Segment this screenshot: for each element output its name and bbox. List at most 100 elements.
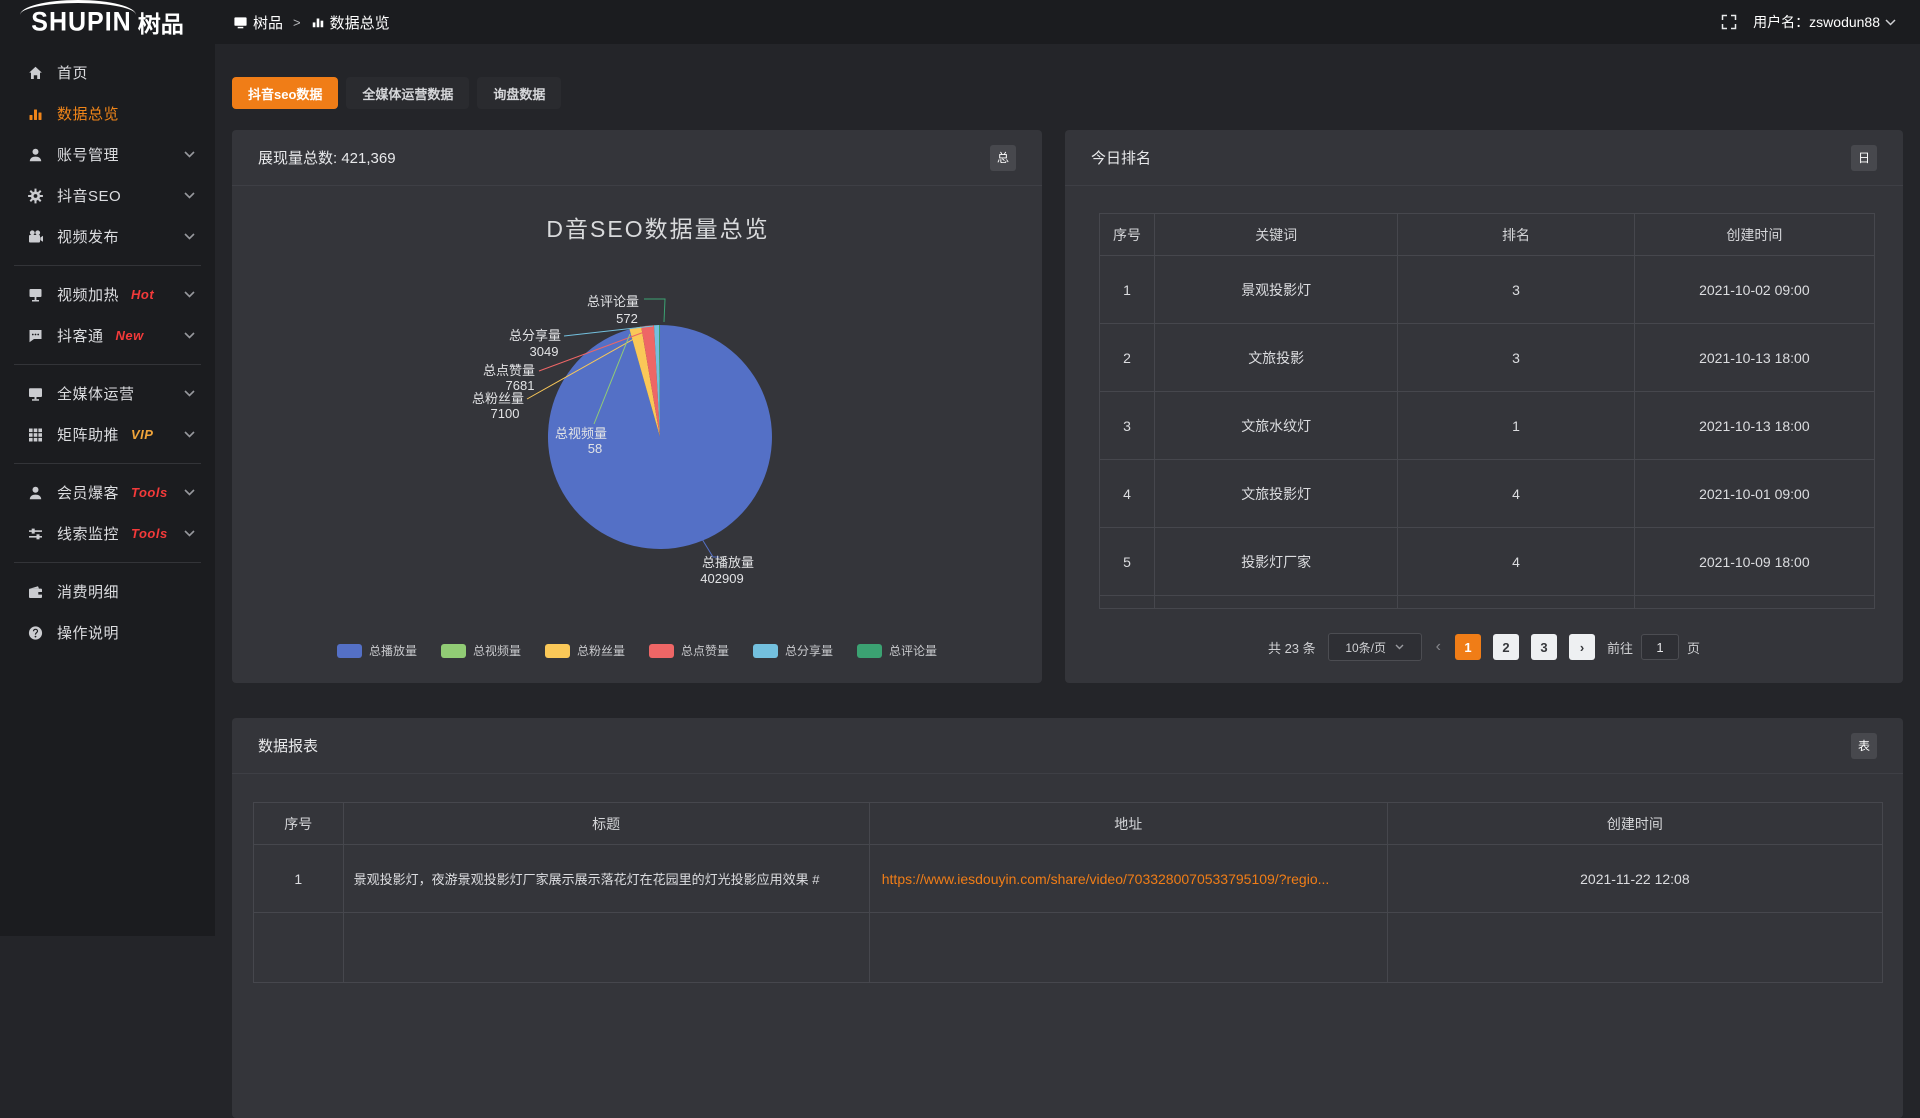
rank-table: 序号 关键词 排名 创建时间 1 景观投影灯 3 2021-10-02 09:0… [1099, 213, 1875, 609]
next-page-button[interactable]: › [1569, 634, 1595, 660]
home-icon [27, 65, 44, 81]
page-button-3[interactable]: 3 [1531, 634, 1557, 660]
prev-page-button[interactable]: ‹ [1434, 638, 1443, 656]
svg-text:3049: 3049 [530, 344, 559, 359]
user-menu[interactable]: 用户名：zswodun88 [1753, 12, 1896, 32]
column-header: 标题 [343, 803, 869, 845]
chevron-down-icon [184, 192, 195, 199]
video-url-link[interactable]: https://www.iesdouyin.com/share/video/70… [882, 871, 1330, 887]
gear-icon [27, 188, 44, 204]
sidebar-item-label: 账号管理 [57, 144, 119, 165]
logo-text-en: SHUPIN [31, 6, 131, 37]
legend-item-comments[interactable]: 总评论量 [857, 642, 937, 659]
sidebar-item-label: 抖音SEO [57, 185, 121, 206]
day-toggle-button[interactable]: 日 [1851, 145, 1877, 171]
hot-badge: Hot [131, 287, 154, 302]
breadcrumb-item-home[interactable]: 树品 [233, 12, 283, 33]
page-size-select[interactable]: 10条/页 [1328, 633, 1422, 661]
report-panel-header: 数据报表 表 [232, 718, 1903, 774]
wallet-icon [27, 584, 44, 600]
svg-text:总分享量: 总分享量 [509, 328, 561, 343]
sidebar-item-matrix-boost[interactable]: 矩阵助推 VIP [0, 414, 215, 455]
tab-inquiry-data[interactable]: 询盘数据 [477, 77, 561, 109]
legend-item-fans[interactable]: 总粉丝量 [545, 642, 625, 659]
user-icon [27, 147, 44, 163]
legend-item-likes[interactable]: 总点赞量 [649, 642, 729, 659]
sidebar-item-label: 会员爆客 [57, 482, 119, 503]
sidebar-item-consumption-detail[interactable]: 消费明细 [0, 571, 215, 612]
page-button-2[interactable]: 2 [1493, 634, 1519, 660]
sidebar-item-lead-monitor[interactable]: 线索监控 Tools [0, 513, 215, 554]
bar-chart-icon [311, 15, 325, 29]
chevron-down-icon [184, 489, 195, 496]
column-header: 序号 [254, 803, 344, 845]
table-row-clipped [254, 913, 1883, 983]
table-row-clipped [1100, 596, 1875, 609]
column-header: 创建时间 [1387, 803, 1882, 845]
pagination: 共 23 条 10条/页 ‹ 1 2 3 › 前往 页 [1065, 633, 1903, 661]
chevron-down-icon [184, 530, 195, 537]
tab-media-operation-data[interactable]: 全媒体运营数据 [346, 77, 469, 109]
goto-page-input[interactable] [1641, 634, 1679, 660]
sidebar-divider [14, 463, 201, 464]
breadcrumb-separator: > [293, 15, 301, 30]
svg-text:402909: 402909 [700, 571, 743, 586]
svg-text:总粉丝量: 总粉丝量 [472, 391, 524, 406]
sidebar-item-account[interactable]: 账号管理 [0, 134, 215, 175]
caret-down-icon [1885, 19, 1896, 26]
chevron-down-icon [184, 151, 195, 158]
sidebar-item-video-heat[interactable]: 视频加热 Hot [0, 274, 215, 315]
sidebar-item-label: 视频加热 [57, 284, 119, 305]
sidebar-divider [14, 265, 201, 266]
row-index: 1 [254, 845, 344, 913]
caret-down-icon [1395, 644, 1404, 650]
sidebar-item-home[interactable]: 首页 [0, 52, 215, 93]
breadcrumb-label: 数据总览 [330, 12, 390, 33]
tools-badge: Tools [131, 485, 168, 500]
legend-item-videocount[interactable]: 总视频量 [441, 642, 521, 659]
seo-chart-panel: 展现量总数: 421,369 总 D音SEO数据量总览 总评论量 572 总分享… [232, 130, 1042, 683]
grid-icon [27, 427, 44, 443]
column-header: 关键词 [1155, 214, 1398, 256]
report-panel-title: 数据报表 [258, 735, 318, 756]
column-header: 地址 [869, 803, 1387, 845]
sidebar-item-instructions[interactable]: 操作说明 [0, 612, 215, 653]
column-header: 序号 [1100, 214, 1155, 256]
legend-item-shares[interactable]: 总分享量 [753, 642, 833, 659]
sidebar-item-video-publish[interactable]: 视频发布 [0, 216, 215, 257]
top-header: SHUPIN 树品 树品 > 数据总览 用户名：zswodun88 [0, 0, 1920, 44]
page-button-1[interactable]: 1 [1455, 634, 1481, 660]
sidebar-item-media-operation[interactable]: 全媒体运营 [0, 373, 215, 414]
fullscreen-button[interactable] [1721, 14, 1737, 30]
logo-text-cn: 树品 [138, 5, 184, 39]
chevron-down-icon [184, 291, 195, 298]
chart-title: D音SEO数据量总览 [546, 216, 769, 242]
total-toggle-button[interactable]: 总 [990, 145, 1016, 171]
goto-label: 前往 [1607, 638, 1633, 657]
sidebar-item-data-overview[interactable]: 数据总览 [0, 93, 215, 134]
svg-text:7100: 7100 [491, 406, 520, 421]
chevron-down-icon [184, 332, 195, 339]
sidebar-item-label: 数据总览 [57, 103, 119, 124]
sidebar-item-member-baoke[interactable]: 会员爆客 Tools [0, 472, 215, 513]
sidebar-item-label: 全媒体运营 [57, 383, 135, 404]
table-row: 5 投影灯厂家 4 2021-10-09 18:00 [1100, 528, 1875, 596]
legend-item-playcount[interactable]: 总播放量 [337, 642, 417, 659]
breadcrumb-label: 树品 [253, 12, 283, 33]
breadcrumb-item-current[interactable]: 数据总览 [311, 12, 390, 33]
report-table-header-row: 序号 标题 地址 创建时间 [254, 803, 1883, 845]
today-rank-panel: 今日排名 日 序号 关键词 排名 创建时间 1 景观投影灯 3 2021-10-… [1065, 130, 1903, 683]
table-toggle-button[interactable]: 表 [1851, 733, 1877, 759]
page-size-value: 10条/页 [1345, 639, 1386, 656]
rank-panel-header: 今日排名 日 [1065, 130, 1903, 186]
tab-douyin-seo-data[interactable]: 抖音seo数据 [232, 77, 338, 109]
sidebar-item-douyin-seo[interactable]: 抖音SEO [0, 175, 215, 216]
column-header: 创建时间 [1634, 214, 1874, 256]
header-right: 用户名：zswodun88 [1721, 12, 1896, 32]
breadcrumb: 树品 > 数据总览 [233, 12, 390, 33]
created-time: 2021-11-22 12:08 [1387, 845, 1882, 913]
impressions-total-label: 展现量总数: 421,369 [258, 147, 396, 168]
sidebar-item-douketong[interactable]: 抖客通 New [0, 315, 215, 356]
sidebar-item-label: 首页 [57, 62, 88, 83]
report-table: 序号 标题 地址 创建时间 1 景观投影灯，夜游景观投影灯厂家展示展示落花灯在花… [253, 802, 1883, 983]
